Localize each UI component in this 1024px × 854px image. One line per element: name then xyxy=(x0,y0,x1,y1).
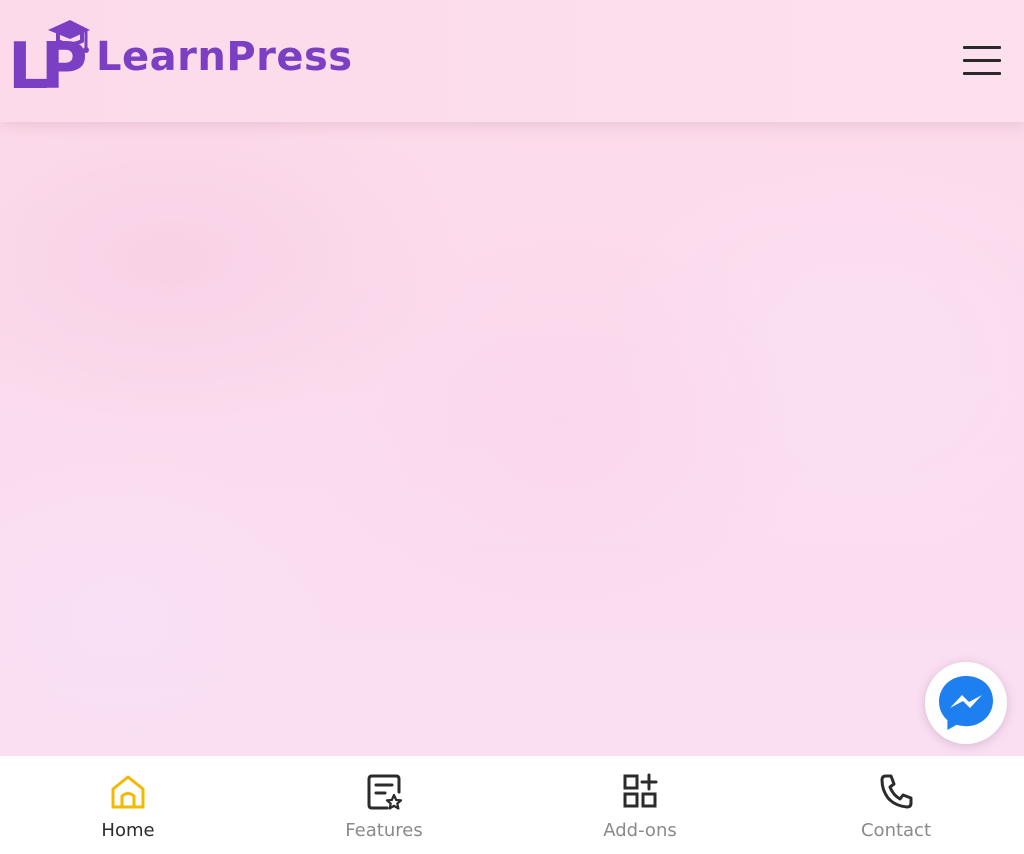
home-icon xyxy=(111,775,145,809)
nav-label-add-ons: Add-ons xyxy=(603,820,677,841)
messenger-icon xyxy=(939,676,993,730)
nav-item-contact[interactable]: Contact xyxy=(768,756,1024,854)
features-icon xyxy=(367,774,402,810)
nav-label-home: Home xyxy=(101,820,155,841)
add-ons-icon xyxy=(623,773,658,808)
logo-mark-text: LP xyxy=(8,30,86,94)
nav-item-add-ons[interactable]: Add-ons xyxy=(512,756,768,854)
bottom-navigation: Home Features Add-ons Contact xyxy=(0,756,1024,854)
brand-logo[interactable]: LP LearnPress xyxy=(8,16,353,94)
hamburger-menu-button[interactable] xyxy=(958,42,1006,80)
nav-label-contact: Contact xyxy=(860,820,932,841)
messenger-chat-button[interactable] xyxy=(925,662,1007,744)
nav-item-home[interactable]: Home xyxy=(0,756,256,854)
nav-item-features[interactable]: Features xyxy=(256,756,512,854)
phone-icon xyxy=(880,774,913,809)
nav-label-features: Features xyxy=(345,820,423,841)
hamburger-icon xyxy=(963,46,1001,49)
learnpress-logo-icon: LP xyxy=(8,20,90,94)
brand-name: LearnPress xyxy=(96,34,353,80)
site-header: LP LearnPress xyxy=(0,0,1024,122)
